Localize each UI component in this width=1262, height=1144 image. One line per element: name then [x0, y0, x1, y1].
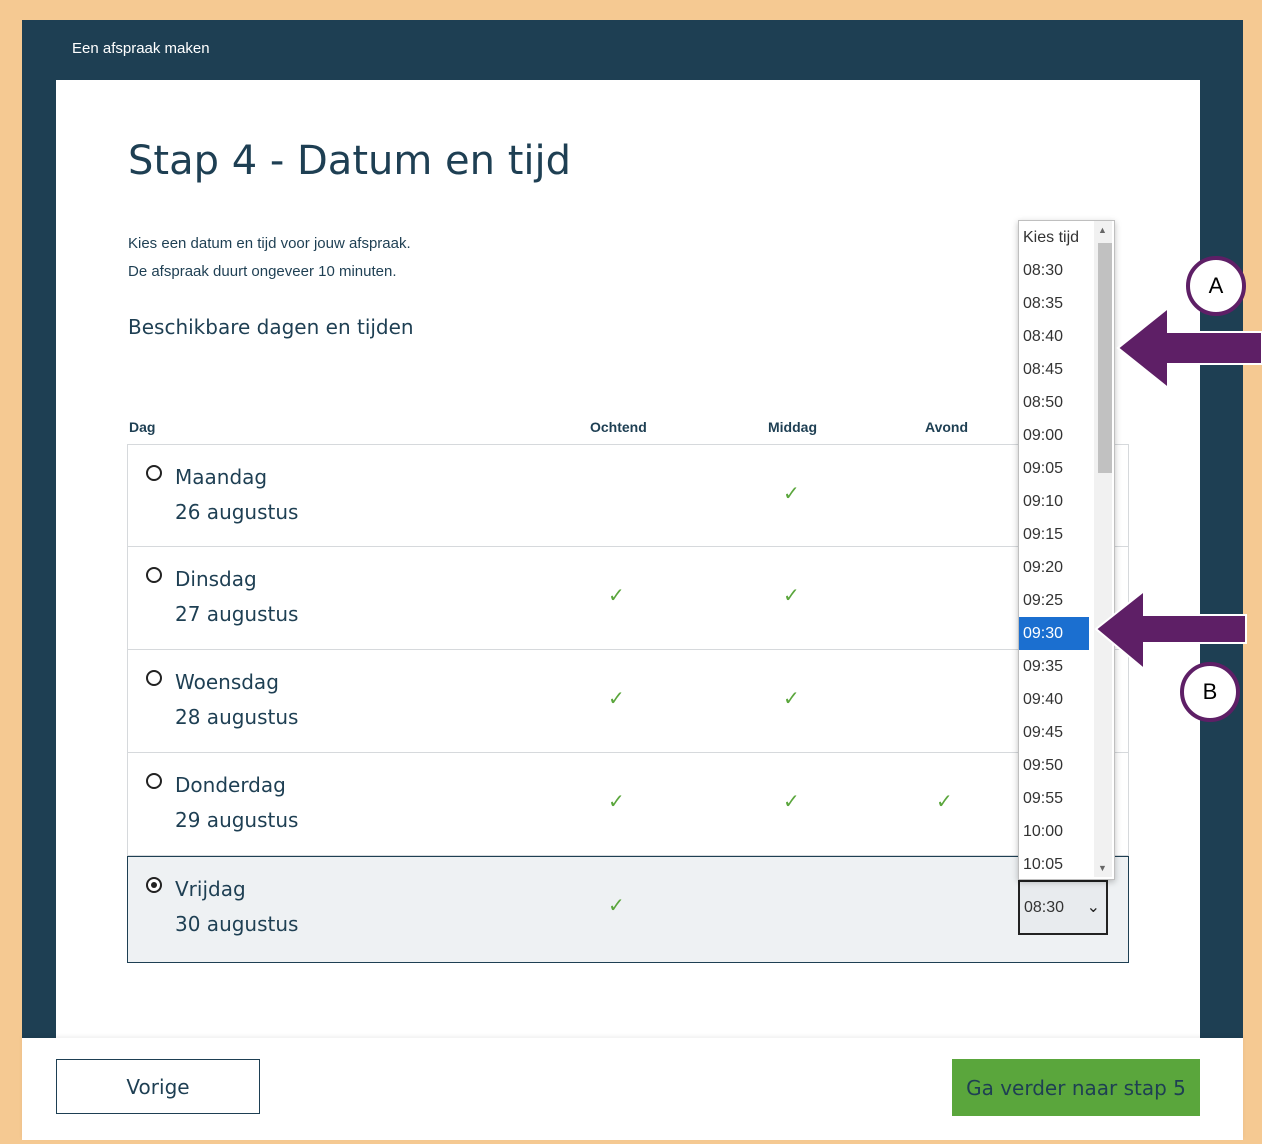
check-icon: ✓ [608, 895, 625, 917]
dropdown-option[interactable]: 09:30 [1019, 617, 1089, 650]
dropdown-option[interactable]: 08:45 [1019, 353, 1093, 386]
dropdown-option[interactable]: 09:25 [1019, 584, 1093, 617]
arrow-a-icon [1116, 305, 1262, 391]
col-header-day: Dag [129, 419, 156, 435]
chevron-down-icon: ⌄ [1086, 899, 1100, 916]
dropdown-option[interactable]: 09:20 [1019, 551, 1093, 584]
dropdown-option[interactable]: 08:35 [1019, 287, 1093, 320]
intro-text: Kies een datum en tijd voor jouw afspraa… [128, 230, 411, 286]
availability-table: Maandag 26 augustus ✓ Dinsdag 27 augustu… [127, 444, 1129, 963]
col-header-morning: Ochtend [590, 419, 647, 435]
dropdown-option[interactable]: 09:05 [1019, 452, 1093, 485]
intro-line-2: De afspraak duurt ongeveer 10 minuten. [128, 263, 397, 280]
day-date: 27 augustus [175, 602, 299, 626]
day-name: Donderdag [175, 773, 286, 797]
available-heading: Beschikbare dagen en tijden [128, 315, 414, 339]
day-name: Maandag [175, 465, 268, 489]
scroll-down-icon[interactable]: ▼ [1098, 863, 1107, 873]
dropdown-option[interactable]: 09:35 [1019, 650, 1093, 683]
check-icon: ✓ [783, 585, 800, 607]
next-step-button[interactable]: Ga verder naar stap 5 [952, 1059, 1200, 1116]
col-header-afternoon: Middag [768, 419, 817, 435]
day-date: 26 augustus [175, 500, 299, 524]
day-radio[interactable] [146, 567, 162, 583]
time-select[interactable]: 08:30 ⌄ [1018, 880, 1108, 935]
day-radio[interactable] [146, 773, 162, 789]
header-title: Een afspraak maken [72, 40, 210, 57]
table-row-selected[interactable]: Vrijdag 30 augustus ✓ 08:30 ⌄ [127, 856, 1129, 963]
callout-b: B [1180, 662, 1240, 722]
dropdown-option[interactable]: Kies tijd [1019, 221, 1093, 254]
day-name: Woensdag [175, 670, 279, 694]
dropdown-option[interactable]: 08:40 [1019, 320, 1093, 353]
check-icon: ✓ [783, 688, 800, 710]
check-icon: ✓ [608, 688, 625, 710]
dropdown-option[interactable]: 10:05 [1019, 848, 1093, 879]
dropdown-option[interactable]: 09:00 [1019, 419, 1093, 452]
day-radio[interactable] [146, 465, 162, 481]
footer-bar: Vorige Ga verder naar stap 5 [22, 1038, 1243, 1140]
check-icon: ✓ [783, 483, 800, 505]
day-radio[interactable] [146, 670, 162, 686]
table-row[interactable]: Maandag 26 augustus ✓ [127, 444, 1129, 547]
check-icon: ✓ [608, 585, 625, 607]
day-date: 28 augustus [175, 705, 299, 729]
dropdown-option[interactable]: 08:30 [1019, 254, 1093, 287]
col-header-evening: Avond [925, 419, 969, 435]
table-row[interactable]: Dinsdag 27 augustus ✓ ✓ [127, 547, 1129, 650]
time-select-value: 08:30 [1024, 898, 1065, 916]
callout-a: A [1186, 256, 1246, 316]
intro-line-1: Kies een datum en tijd voor jouw afspraa… [128, 235, 411, 252]
table-row[interactable]: Donderdag 29 augustus ✓ ✓ ✓ [127, 753, 1129, 856]
dropdown-option[interactable]: 09:50 [1019, 749, 1093, 782]
previous-button[interactable]: Vorige [56, 1059, 260, 1114]
table-row[interactable]: Woensdag 28 augustus ✓ ✓ [127, 650, 1129, 753]
dropdown-option[interactable]: 08:50 [1019, 386, 1093, 419]
day-date: 29 augustus [175, 808, 299, 832]
time-dropdown-list[interactable]: Kies tijd 08:30 08:35 08:40 08:45 08:50 09:00 0… [1018, 220, 1115, 880]
dropdown-option[interactable]: 09:40 [1019, 683, 1093, 716]
scroll-up-icon[interactable]: ▲ [1098, 225, 1107, 235]
day-name: Vrijdag [175, 877, 246, 901]
check-icon: ✓ [936, 791, 953, 813]
page-title: Stap 4 - Datum en tijd [128, 138, 572, 184]
dropdown-option[interactable]: 09:15 [1019, 518, 1093, 551]
dropdown-option[interactable]: 10:00 [1019, 815, 1093, 848]
day-date: 30 augustus [175, 912, 299, 936]
dropdown-option[interactable]: 09:10 [1019, 485, 1093, 518]
day-radio-checked[interactable] [146, 877, 162, 893]
check-icon: ✓ [783, 791, 800, 813]
dropdown-option[interactable]: 09:45 [1019, 716, 1093, 749]
check-icon: ✓ [608, 791, 625, 813]
day-name: Dinsdag [175, 567, 257, 591]
arrow-b-icon [1094, 588, 1247, 672]
dropdown-option[interactable]: 09:55 [1019, 782, 1093, 815]
